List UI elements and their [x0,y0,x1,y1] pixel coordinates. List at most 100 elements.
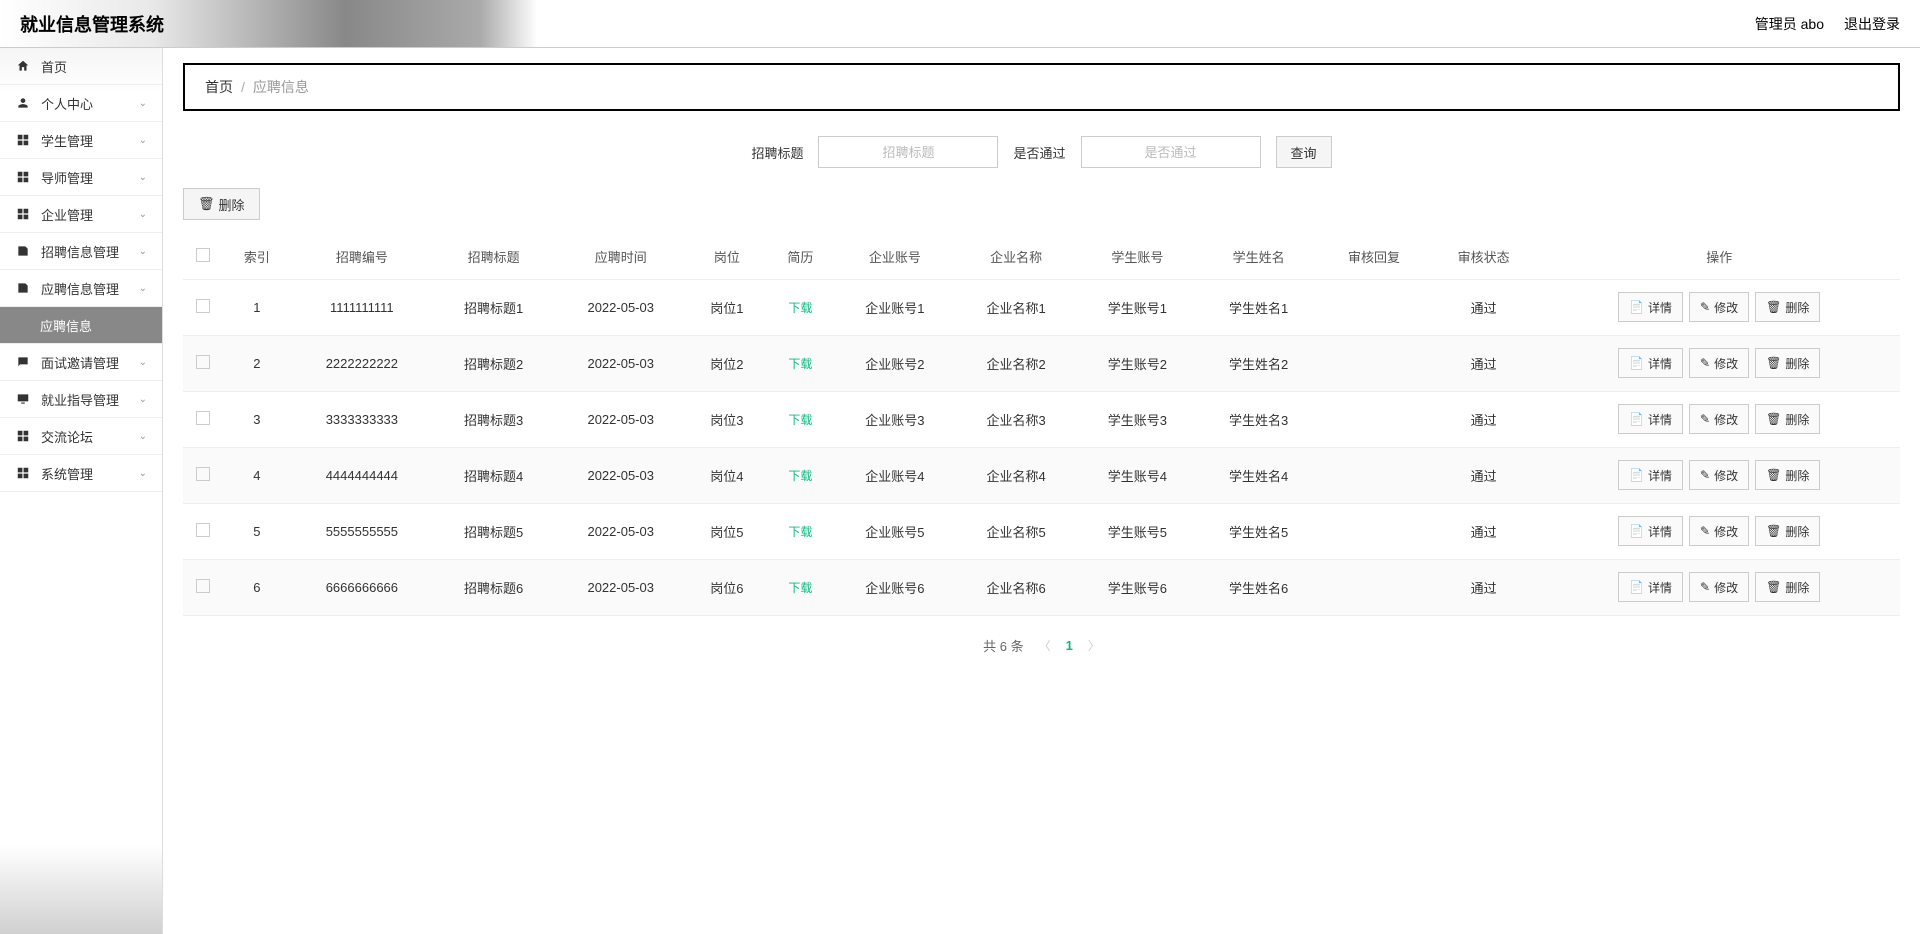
sidebar-item-7[interactable]: 应聘信息 [0,307,162,344]
delete-button[interactable]: 🗑 删除 [1755,404,1820,434]
delete-icon: 🗑 [1766,412,1781,426]
cell-reply [1319,559,1429,615]
breadcrumb: 首页 / 应聘信息 [183,63,1900,111]
sidebar-item-0[interactable]: 首页 [0,48,162,85]
cell-actions: 📄 详情✎ 修改🗑 删除 [1538,559,1900,615]
pagination-total: 共 6 条 [983,636,1023,655]
cell-stu_name: 学生姓名6 [1198,559,1319,615]
sidebar-item-11[interactable]: 系统管理⌄ [0,455,162,492]
edit-button[interactable]: ✎ 修改 [1689,516,1749,546]
cell-title: 招聘标题2 [433,335,554,391]
cell-status: 通过 [1429,279,1539,335]
edit-icon: ✎ [1700,356,1710,370]
pagination-next[interactable]: 〉 [1088,637,1100,654]
data-table: 索引招聘编号招聘标题应聘时间岗位简历企业账号企业名称学生账号学生姓名审核回复审核… [183,235,1900,616]
row-checkbox[interactable] [196,355,210,369]
cell-reply [1319,335,1429,391]
cell-title: 招聘标题1 [433,279,554,335]
cell-ent_acc: 企业账号2 [834,335,955,391]
delete-button[interactable]: 🗑 删除 [1755,460,1820,490]
download-link[interactable]: 下载 [788,525,812,539]
edit-button[interactable]: ✎ 修改 [1689,460,1749,490]
delete-icon: 🗑 [1766,300,1781,314]
cell-ent_name: 企业名称6 [955,559,1076,615]
row-checkbox[interactable] [196,299,210,313]
chevron-down-icon: ⌄ [139,135,147,146]
row-checkbox[interactable] [196,467,210,481]
cell-stu_acc: 学生账号5 [1077,503,1198,559]
cell-actions: 📄 详情✎ 修改🗑 删除 [1538,335,1900,391]
cell-ent_name: 企业名称3 [955,391,1076,447]
cell-title: 招聘标题5 [433,503,554,559]
cell-ent_name: 企业名称4 [955,447,1076,503]
chat-icon [15,354,31,370]
search-input-pass[interactable] [1081,136,1261,168]
edit-button[interactable]: ✎ 修改 [1689,572,1749,602]
cell-ent_acc: 企业账号1 [834,279,955,335]
sidebar-item-8[interactable]: 面试邀请管理⌄ [0,344,162,381]
download-link[interactable]: 下载 [788,413,812,427]
chevron-down-icon: ⌄ [139,431,147,442]
detail-button[interactable]: 📄 详情 [1618,292,1683,322]
download-link[interactable]: 下载 [788,469,812,483]
sidebar-item-6[interactable]: 应聘信息管理⌄ [0,270,162,307]
table-row: 44444444444招聘标题42022-05-03岗位4下载企业账号4企业名称… [183,447,1900,503]
cell-date: 2022-05-03 [554,447,687,503]
cell-idx: 4 [223,447,291,503]
pagination-page-1[interactable]: 1 [1066,638,1073,653]
admin-label[interactable]: 管理员 abo [1755,14,1824,34]
sidebar-item-9[interactable]: 就业指导管理⌄ [0,381,162,418]
sidebar-item-4[interactable]: 企业管理⌄ [0,196,162,233]
column-header-10: 审核回复 [1319,235,1429,279]
edit-button[interactable]: ✎ 修改 [1689,292,1749,322]
search-label-title: 招聘标题 [751,143,803,162]
sidebar-item-5[interactable]: 招聘信息管理⌄ [0,233,162,270]
monitor-icon [15,391,31,407]
bulk-delete-button[interactable]: 🗑 删除 [183,188,260,220]
select-all-checkbox[interactable] [196,248,210,262]
table-row: 55555555555招聘标题52022-05-03岗位5下载企业账号5企业名称… [183,503,1900,559]
detail-button[interactable]: 📄 详情 [1618,572,1683,602]
sidebar-item-label: 系统管理 [41,464,93,483]
row-checkbox[interactable] [196,411,210,425]
cell-reply [1319,391,1429,447]
pagination-prev[interactable]: 〈 [1039,637,1051,654]
breadcrumb-separator: / [241,79,245,95]
edit-button[interactable]: ✎ 修改 [1689,348,1749,378]
detail-button[interactable]: 📄 详情 [1618,348,1683,378]
sidebar-item-10[interactable]: 交流论坛⌄ [0,418,162,455]
detail-button[interactable]: 📄 详情 [1618,460,1683,490]
chevron-down-icon: ⌄ [139,209,147,220]
column-header-12: 操作 [1538,235,1900,279]
delete-button[interactable]: 🗑 删除 [1755,292,1820,322]
column-header-2: 招聘标题 [433,235,554,279]
column-header-7: 企业名称 [955,235,1076,279]
delete-icon: 🗑 [1766,468,1781,482]
query-button[interactable]: 查询 [1276,136,1332,168]
detail-icon: 📄 [1629,580,1644,594]
edit-button[interactable]: ✎ 修改 [1689,404,1749,434]
chevron-down-icon: ⌄ [139,246,147,257]
delete-button[interactable]: 🗑 删除 [1755,572,1820,602]
row-checkbox[interactable] [196,579,210,593]
download-link[interactable]: 下载 [788,301,812,315]
sidebar-item-3[interactable]: 导师管理⌄ [0,159,162,196]
detail-button[interactable]: 📄 详情 [1618,404,1683,434]
cell-code: 5555555555 [291,503,433,559]
download-link[interactable]: 下载 [788,357,812,371]
download-link[interactable]: 下载 [788,581,812,595]
detail-button[interactable]: 📄 详情 [1618,516,1683,546]
row-checkbox[interactable] [196,523,210,537]
search-input-title[interactable] [818,136,998,168]
column-header-6: 企业账号 [834,235,955,279]
sidebar-item-1[interactable]: 个人中心⌄ [0,85,162,122]
cell-stu_name: 学生姓名5 [1198,503,1319,559]
cell-status: 通过 [1429,391,1539,447]
sidebar-item-2[interactable]: 学生管理⌄ [0,122,162,159]
chevron-down-icon: ⌄ [139,357,147,368]
breadcrumb-home[interactable]: 首页 [205,77,233,97]
delete-button[interactable]: 🗑 删除 [1755,516,1820,546]
delete-button[interactable]: 🗑 删除 [1755,348,1820,378]
cell-ent_acc: 企业账号5 [834,503,955,559]
logout-link[interactable]: 退出登录 [1844,14,1900,34]
